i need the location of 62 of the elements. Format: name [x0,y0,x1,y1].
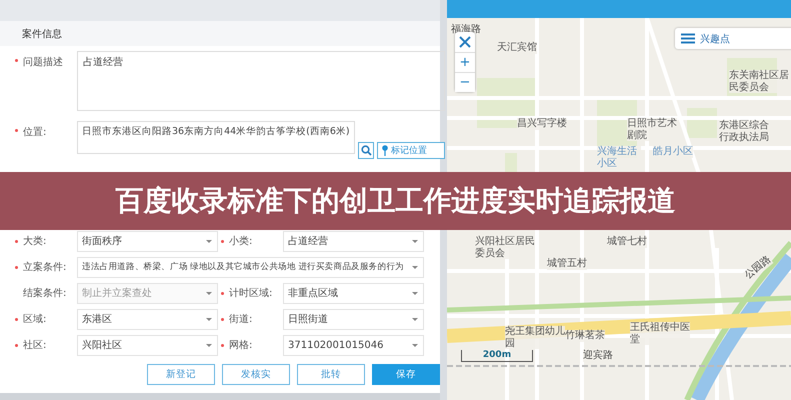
select-value: 街面秩序 [82,234,122,248]
map-label: 皓月小区 [653,146,693,158]
zoom-in-button[interactable]: + [455,52,475,72]
select-value: 东港区 [82,312,112,326]
dropdown-caret-icon[interactable] [206,240,212,243]
select-value: 非重点区域 [288,286,338,300]
dropdown-caret-icon[interactable] [206,344,212,347]
dropdown-caret-icon[interactable] [412,344,418,347]
map-label: 迎宾路 [583,350,613,362]
map-label: 竹琳茗茶 [565,330,605,342]
field-label: 大类: [23,234,48,248]
dropdown-field[interactable]: 兴阳社区 [77,334,218,356]
menu-icon [681,33,695,44]
select-value: 制止并立案查处 [82,286,152,300]
field-label: 问题描述 [23,56,64,70]
field-label: 社区: [23,338,48,352]
map-label: 天汇宾馆 [497,42,537,54]
select-value: 371102001015046 [288,340,384,351]
field-label: 街道: [229,313,254,326]
select-value: 违法占用道路、桥梁、广场 绿地以及其它城市公共场地 进行买卖商品及服务的行为 [82,261,404,274]
location-value: 日照市东港区向阳路36东南方向44米华韵古筝学校(西南6米) [82,126,350,138]
select-value: 占道经营 [288,234,328,248]
dropdown-caret-icon[interactable] [412,266,418,269]
dropdown-field[interactable]: 371102001015046 [283,334,424,356]
select-value: 日照街道 [288,313,328,326]
section-title: 案件信息 [22,28,62,41]
pin-icon [382,145,388,156]
map-label: 城管五村 [547,258,587,270]
field-label: 计时区域: [229,286,274,300]
zoom-out-button[interactable]: − [455,72,475,92]
headline-text: 百度收录标准下的创卫工作进度实时追踪报道 [116,183,676,219]
map-label: 兴阳社区居民委员会 [475,236,535,259]
location-field[interactable]: 日照市东港区向阳路36东南方向44米华韵古筝学校(西南6米) [77,121,355,154]
select-value: 兴阳社区 [82,338,122,352]
map-label: 日照市艺术剧院 [627,118,677,141]
dropdown-caret-icon[interactable] [412,240,418,243]
dropdown-field[interactable]: 日照街道 [283,308,424,330]
field-label: 立案条件: [23,260,68,274]
field-label: 区域: [23,312,48,326]
textarea-value: 占道经营 [83,57,123,68]
field-label: 网格: [229,338,254,352]
map-label: 东关南社区居民委员会 [729,70,789,93]
map-label: 昌兴写字楼 [517,118,567,130]
mark-location-button[interactable]: 标记位置 [377,142,445,160]
search-icon [360,145,372,156]
dropdown-field[interactable]: 非重点区域 [283,282,424,304]
search-button[interactable] [358,142,374,160]
field-label: 位置: [23,126,48,140]
map-label: 王氏祖传中医堂 [630,322,690,345]
map-label: 兴海生活小区 [597,146,641,169]
map-label: 尧王集团幼儿园 [505,326,565,349]
dropdown-caret-icon[interactable] [412,292,418,295]
dropdown-field[interactable]: 东港区 [77,308,218,330]
map-label: 城管七村 [607,236,647,248]
dropdown-caret-icon[interactable] [206,318,212,321]
description-textarea[interactable]: 占道经营 [77,51,445,112]
field-label: 小类: [229,234,254,248]
dropdown-caret-icon[interactable] [412,318,418,321]
scale-bar: 200m [461,350,533,362]
dropdown-field[interactable]: 违法占用道路、桥梁、广场 绿地以及其它城市公共场地 进行买卖商品及服务的行为 [77,256,424,278]
poi-button[interactable]: 兴趣点 [675,28,791,49]
field-label: 结案条件: [23,286,68,300]
